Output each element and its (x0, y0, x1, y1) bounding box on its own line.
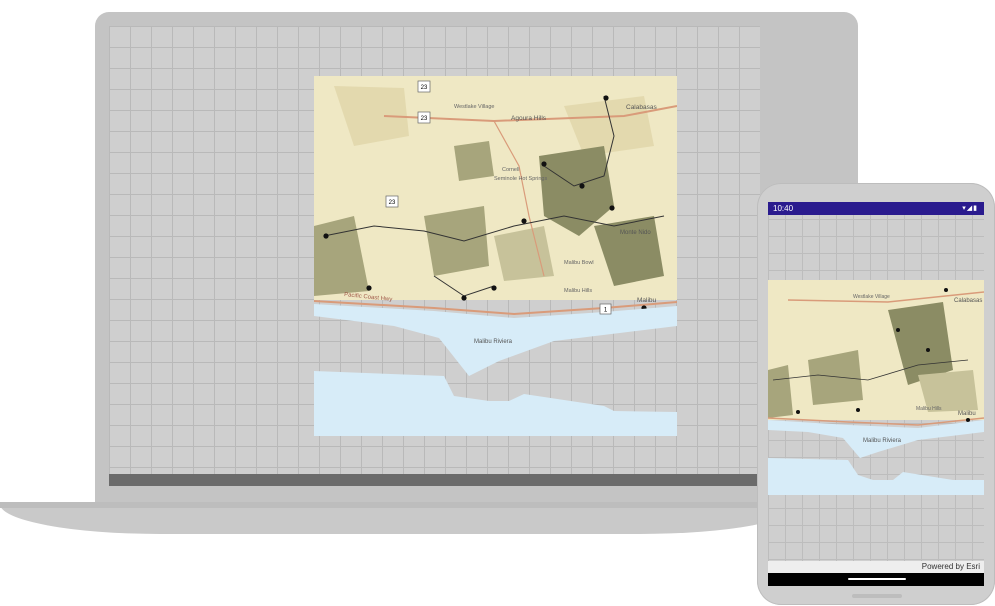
battery-icon: ▮ (973, 205, 978, 212)
trailhead-point[interactable] (896, 328, 900, 332)
park-area (424, 206, 489, 276)
road-shield: 23 (417, 111, 431, 124)
trailhead-point[interactable] (944, 288, 948, 292)
trailhead-point[interactable] (926, 348, 930, 352)
trailhead-point[interactable] (521, 218, 527, 224)
status-time: 10:40 (773, 204, 794, 213)
place-label: Malibu (958, 411, 976, 417)
place-label: Agoura Hills (511, 115, 547, 122)
laptop-taskbar (109, 474, 760, 486)
status-bar: 10:40 ▾◢▮ (768, 202, 984, 215)
svg-text:23: 23 (389, 200, 396, 206)
trailhead-point[interactable] (609, 205, 615, 211)
park-area (494, 226, 554, 281)
svg-text:23: 23 (421, 116, 428, 122)
place-label: Malibu Riviera (474, 339, 513, 345)
trailhead-point[interactable] (603, 95, 609, 101)
svg-text:23: 23 (421, 85, 428, 91)
ocean-area (768, 458, 984, 495)
trailhead-point[interactable] (856, 408, 860, 412)
status-icons: ▾◢▮ (962, 202, 978, 215)
phone-speaker (852, 594, 902, 598)
ocean-area (314, 371, 677, 436)
home-handle[interactable] (848, 578, 906, 580)
attribution-text: Powered by Esri (921, 562, 980, 571)
trailhead-point[interactable] (796, 410, 800, 414)
road-shield: 23 (417, 80, 431, 93)
road-shield: 1 (599, 303, 612, 315)
place-label: Malibu Bowl (564, 260, 594, 266)
laptop-screen: 23 23 23 1 Westlake Village Agoura Hills… (109, 26, 760, 478)
place-label: Westlake Village (853, 294, 890, 300)
laptop-hinge (0, 502, 800, 508)
road-shield: 23 (385, 195, 399, 208)
phone-map-view[interactable]: Westlake Village Calabasas Malibu Hills … (768, 280, 984, 495)
place-label: Seminole Hot Springs (494, 176, 547, 182)
place-label: Cornell (502, 167, 519, 173)
trailhead-point[interactable] (461, 295, 467, 301)
trailhead-point[interactable] (966, 418, 970, 422)
place-label: Westlake Village (454, 104, 494, 110)
navigation-bar (768, 573, 984, 586)
trailhead-point[interactable] (491, 285, 497, 291)
place-label: Malibu Hills (916, 406, 942, 412)
trailhead-point[interactable] (579, 183, 585, 189)
trailhead-point[interactable] (541, 161, 547, 167)
laptop-map-view[interactable]: 23 23 23 1 Westlake Village Agoura Hills… (314, 76, 677, 436)
trailhead-point[interactable] (366, 285, 372, 291)
phone-screen: 10:40 ▾◢▮ Westlake Village Calabasas Mal… (768, 202, 984, 586)
place-label: Malibu Riviera (863, 438, 902, 444)
place-label: Monte Nido (620, 230, 651, 236)
place-label: Malibu Hills (564, 288, 592, 294)
place-label: Calabasas (954, 298, 982, 304)
trailhead-point[interactable] (323, 233, 329, 239)
place-label: Calabasas (626, 104, 657, 111)
place-label: Malibu (637, 297, 657, 304)
park-area (454, 141, 494, 181)
esri-attribution[interactable]: Powered by Esri (768, 561, 984, 573)
